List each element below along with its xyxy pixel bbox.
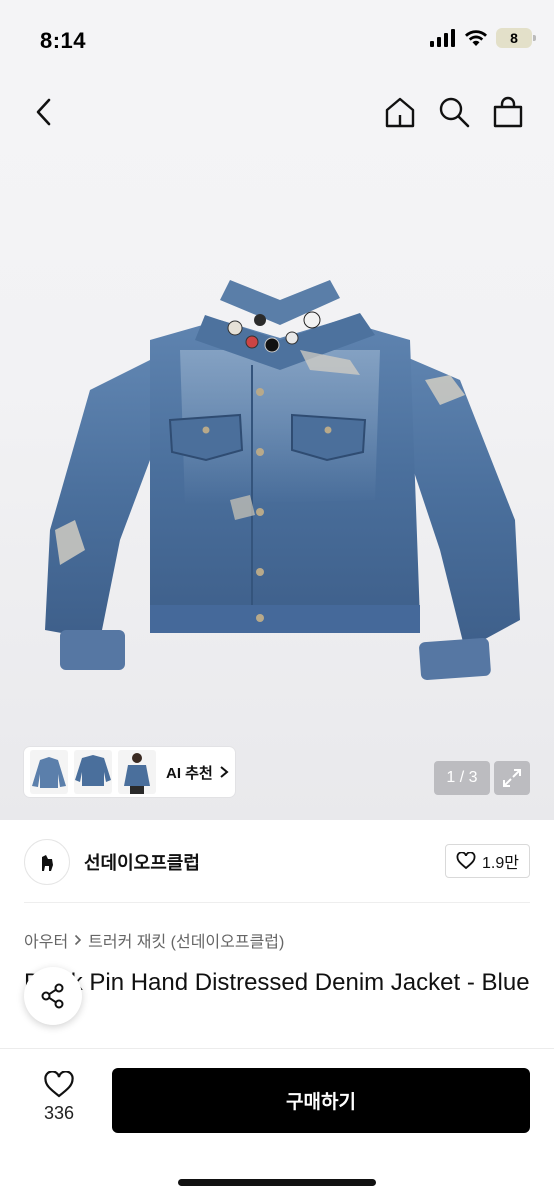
bag-icon (493, 96, 523, 128)
thumbnail[interactable] (30, 750, 68, 794)
share-button[interactable] (24, 967, 82, 1025)
back-icon (36, 98, 51, 126)
dog-logo-icon (42, 855, 53, 871)
expand-button[interactable] (494, 761, 530, 795)
seller-follow-button[interactable]: 1.9만 (445, 844, 530, 878)
status-icons: 8 (430, 28, 536, 48)
seller-avatar[interactable] (24, 839, 70, 885)
ai-recommend-label: AI 추천 (166, 764, 213, 782)
expand-icon (503, 769, 521, 787)
back-button[interactable] (26, 94, 62, 130)
cart-button[interactable] (490, 94, 526, 130)
like-count: 336 (43, 1103, 75, 1123)
search-icon (439, 97, 470, 128)
top-nav-actions (382, 94, 526, 130)
buy-button[interactable]: 구매하기 (112, 1068, 530, 1133)
breadcrumb-category[interactable]: 아우터 (24, 928, 68, 952)
chevron-right-icon (75, 934, 82, 946)
thumbnail[interactable] (118, 750, 156, 794)
home-indicator (178, 1179, 376, 1186)
breadcrumb-subcategory[interactable]: 트러커 재킷 (선데이오프클럽) (88, 928, 284, 952)
battery-level: 8 (510, 30, 518, 46)
product-image[interactable] (30, 280, 530, 720)
signal-icon (430, 29, 455, 47)
product-gallery[interactable]: AI 추천 1 / 3 (0, 80, 554, 820)
heart-icon (44, 1071, 74, 1098)
breadcrumb: 아우터 트러커 재킷 (선데이오프클럽) (24, 928, 284, 952)
seller-row[interactable]: 선데이오프클럽 1.9만 (24, 836, 530, 888)
home-button[interactable] (382, 94, 418, 130)
ai-recommend-button[interactable]: AI 추천 (166, 762, 229, 783)
share-icon (41, 983, 64, 1009)
search-button[interactable] (436, 94, 472, 130)
status-bar: 8:14 8 (0, 0, 554, 80)
like-button[interactable]: 336 (34, 1071, 84, 1124)
divider (24, 902, 530, 903)
chevron-right-icon (220, 766, 229, 778)
thumbnail[interactable] (74, 750, 112, 794)
ai-recommend-strip[interactable]: AI 추천 (24, 747, 235, 797)
seller-name[interactable]: 선데이오프클럽 (84, 849, 200, 875)
seller-like-count: 1.9만 (482, 855, 519, 872)
battery-indicator: 8 (496, 28, 536, 48)
image-pager: 1 / 3 (434, 761, 490, 795)
wifi-icon (465, 30, 487, 46)
status-time: 8:14 (40, 28, 87, 53)
home-icon (385, 97, 415, 128)
heart-icon (456, 852, 476, 870)
product-title: Black Pin Hand Distressed Denim Jacket -… (24, 969, 530, 996)
bottom-action-bar: 336 구매하기 (0, 1048, 554, 1200)
